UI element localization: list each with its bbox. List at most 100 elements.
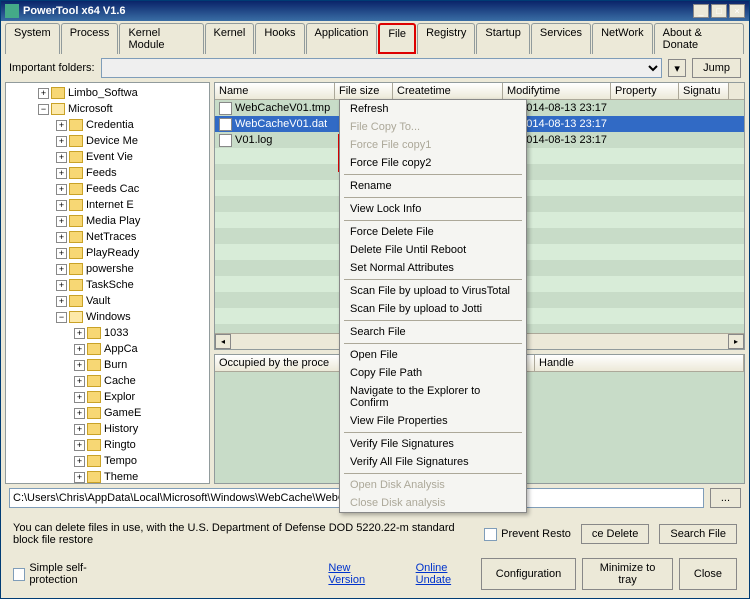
tree-node[interactable]: −Windows	[56, 309, 207, 325]
menu-delete-file-until-reboot[interactable]: Delete File Until Reboot	[340, 241, 526, 259]
tree-label[interactable]: Limbo_Softwa	[68, 87, 138, 99]
tree-label[interactable]: Feeds	[86, 167, 117, 179]
tree-node[interactable]: + Media Play	[56, 213, 207, 229]
expand-icon[interactable]: +	[56, 296, 67, 307]
handle-col-label[interactable]: Handle	[535, 355, 744, 371]
tree-node[interactable]: +PlayReady	[56, 245, 207, 261]
tab-about-&-donate[interactable]: About & Donate	[654, 23, 744, 54]
tree-label[interactable]: Microsoft	[68, 103, 113, 115]
tree-label[interactable]: NetTraces	[86, 231, 136, 243]
expand-icon[interactable]: +	[56, 168, 67, 179]
tree-label[interactable]: PlayReady	[86, 247, 139, 259]
col-size[interactable]: File size	[335, 83, 393, 99]
tree-label[interactable]: Burn	[104, 359, 127, 371]
tab-hooks[interactable]: Hooks	[255, 23, 304, 54]
tree-label[interactable]: 1033	[104, 327, 128, 339]
tree-node[interactable]: +Cache	[74, 373, 207, 389]
tree-node[interactable]: +Theme	[74, 469, 207, 484]
tree-label[interactable]: Internet E	[86, 199, 134, 211]
online-update-link[interactable]: Online Undate	[416, 562, 481, 586]
expand-icon[interactable]: +	[56, 184, 67, 195]
expand-icon[interactable]: +	[38, 88, 49, 99]
col-name[interactable]: Name	[215, 83, 335, 99]
tree-label[interactable]: Ringto	[104, 439, 136, 451]
col-prop[interactable]: Property	[611, 83, 679, 99]
tree-label[interactable]: Explor	[104, 391, 135, 403]
tree-node[interactable]: +1033	[74, 325, 207, 341]
tab-registry[interactable]: Registry	[417, 23, 475, 54]
tree-label[interactable]: Windows	[86, 311, 131, 323]
expand-icon[interactable]: +	[56, 120, 67, 131]
tree-node[interactable]: + Event Vie	[56, 149, 207, 165]
force-delete-button[interactable]: ce Delete	[581, 524, 649, 544]
tree-node[interactable]: − Microsoft	[38, 101, 207, 117]
maximize-button[interactable]: □	[711, 4, 727, 18]
expand-icon[interactable]: +	[56, 200, 67, 211]
tree-label[interactable]: Theme	[104, 471, 138, 483]
menu-set-normal-attributes[interactable]: Set Normal Attributes	[340, 259, 526, 277]
folder-tree[interactable]: +Limbo_Softwa−Microsoft+Credentia+Device…	[5, 82, 210, 484]
tree-node[interactable]: + Limbo_Softwa	[38, 85, 207, 101]
configuration-button[interactable]: Configuration	[481, 558, 576, 590]
tree-node[interactable]: + Tempo	[74, 453, 207, 469]
close-app-button[interactable]: Close	[679, 558, 737, 590]
tree-node[interactable]: +Device Me	[56, 133, 207, 149]
tree-node[interactable]: + Credentia	[56, 117, 207, 133]
expand-icon[interactable]: +	[74, 360, 85, 371]
tree-node[interactable]: + Feeds Cac	[56, 181, 207, 197]
browse-button[interactable]: ...	[710, 488, 741, 508]
self-protection-checkbox[interactable]: Simple self-protection	[13, 562, 128, 586]
expand-icon[interactable]: +	[74, 456, 85, 467]
expand-icon[interactable]: +	[56, 264, 67, 275]
tree-label[interactable]: TaskSche	[86, 279, 134, 291]
tree-node[interactable]: +powershe	[56, 261, 207, 277]
col-mtime[interactable]: Modifytime	[503, 83, 611, 99]
menu-rename[interactable]: Rename	[340, 177, 526, 195]
tree-label[interactable]: GameE	[104, 407, 141, 419]
tab-kernel-module[interactable]: Kernel Module	[119, 23, 203, 54]
expand-icon[interactable]: +	[56, 152, 67, 163]
expand-icon[interactable]: +	[56, 280, 67, 291]
tree-label[interactable]: History	[104, 423, 138, 435]
menu-view-file-properties[interactable]: View File Properties	[340, 412, 526, 430]
menu-refresh[interactable]: Refresh	[340, 100, 526, 118]
col-sig[interactable]: Signatu	[679, 83, 729, 99]
tree-node[interactable]: + Explor	[74, 389, 207, 405]
tree-node[interactable]: + TaskSche	[56, 277, 207, 293]
tree-node[interactable]: + GameE	[74, 405, 207, 421]
expand-icon[interactable]: +	[74, 392, 85, 403]
expand-icon[interactable]: +	[74, 424, 85, 435]
menu-navigate-to-the-explorer-to-confirm[interactable]: Navigate to the Explorer to Confirm	[340, 382, 526, 412]
menu-verify-all-file-signatures[interactable]: Verify All File Signatures	[340, 453, 526, 471]
tree-node[interactable]: +Ringto	[74, 437, 207, 453]
menu-force-file-copy2[interactable]: Force File copy2	[340, 154, 526, 172]
tab-services[interactable]: Services	[531, 23, 591, 54]
tab-network[interactable]: NetWork	[592, 23, 653, 54]
scroll-right-arrow-icon[interactable]: ▸	[728, 334, 744, 349]
tree-label[interactable]: Feeds Cac	[86, 183, 139, 195]
scroll-left-arrow-icon[interactable]: ◂	[215, 334, 231, 349]
tree-label[interactable]: Tempo	[104, 455, 137, 467]
menu-view-lock-info[interactable]: View Lock Info	[340, 200, 526, 218]
tree-label[interactable]: Device Me	[86, 135, 138, 147]
tree-label[interactable]: Credentia	[86, 119, 134, 131]
tree-node[interactable]: + Burn	[74, 357, 207, 373]
expand-icon[interactable]: +	[56, 232, 67, 243]
tree-label[interactable]: Vault	[86, 295, 110, 307]
tree-label[interactable]: Media Play	[86, 215, 140, 227]
tab-application[interactable]: Application	[306, 23, 378, 54]
prevent-restore-checkbox[interactable]: Prevent Resto	[484, 528, 571, 541]
tree-label[interactable]: Event Vie	[86, 151, 133, 163]
tree-node[interactable]: +AppCa	[74, 341, 207, 357]
menu-scan-file-by-upload-to-virustotal[interactable]: Scan File by upload to VirusTotal	[340, 282, 526, 300]
menu-open-file[interactable]: Open File	[340, 346, 526, 364]
tree-node[interactable]: + NetTraces	[56, 229, 207, 245]
expand-icon[interactable]: +	[56, 216, 67, 227]
expand-icon[interactable]: +	[74, 376, 85, 387]
expand-icon[interactable]: +	[74, 408, 85, 419]
collapse-icon[interactable]: −	[38, 104, 49, 115]
expand-icon[interactable]: +	[74, 328, 85, 339]
tree-node[interactable]: + History	[74, 421, 207, 437]
new-version-link[interactable]: New Version	[328, 562, 385, 586]
dropdown-arrow-icon[interactable]: ▾	[668, 59, 686, 77]
